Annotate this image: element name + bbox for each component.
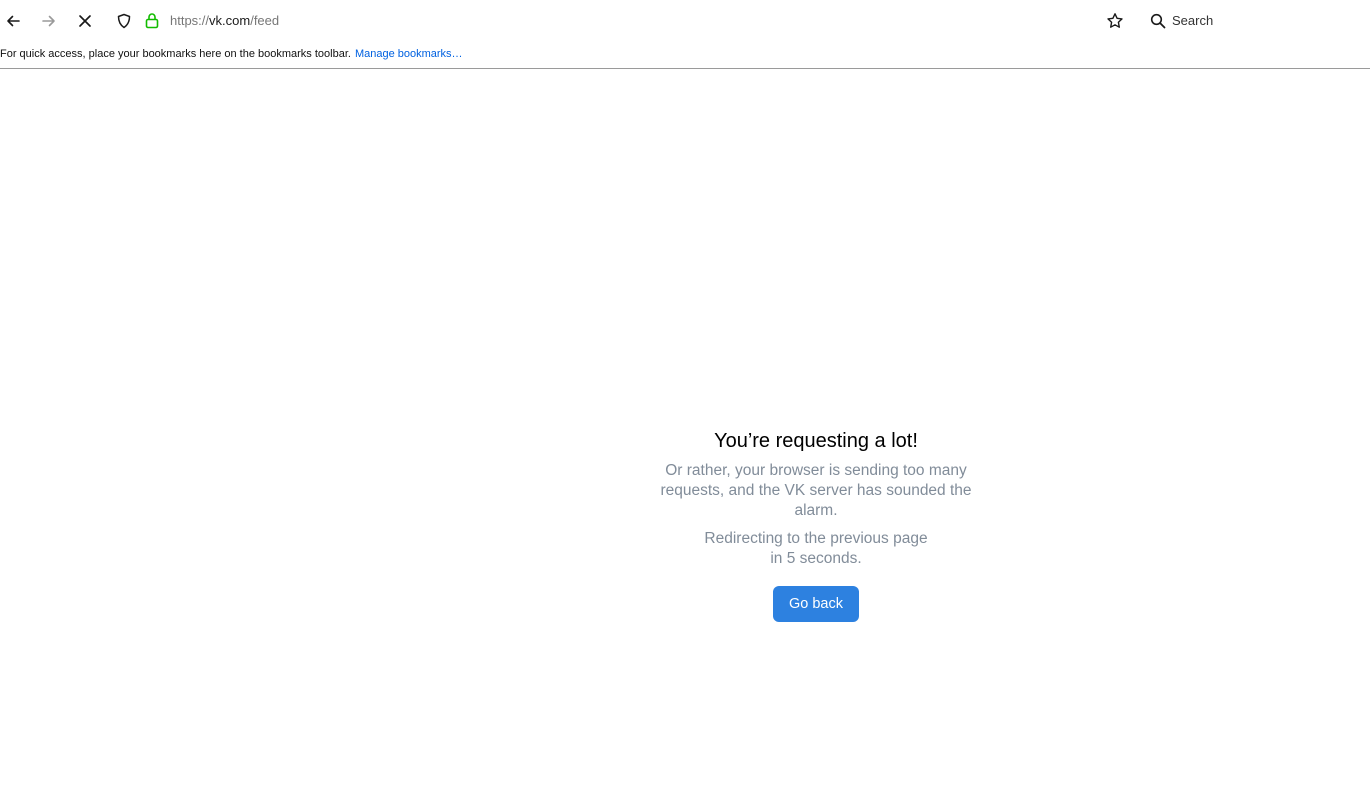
redirect-line-2: in 5 seconds. [770,550,862,567]
bookmarks-hint-text: For quick access, place your bookmarks h… [0,48,351,60]
url-host: vk.com [209,13,251,28]
search-icon [1150,13,1166,34]
error-description: Or rather, your browser is sending too m… [660,462,972,519]
bookmark-page-button[interactable] [1102,8,1128,34]
bookmarks-empty-message: For quick access, place your bookmarks h… [0,48,463,60]
lock-icon [145,13,159,29]
url-bar[interactable]: https://vk.com/feed [110,5,1100,37]
search-box[interactable]: Search [1144,5,1364,37]
bookmark-star-icon [1107,13,1123,28]
url-scheme: https:// [170,13,210,28]
bookmarks-toolbar: For quick access, place your bookmarks h… [0,42,1370,69]
url-path: /feed [250,13,280,28]
browser-toolbar: https://vk.com/feed Search [0,0,1370,42]
redirect-line-1: Redirecting to the previous page [704,530,928,547]
rate-limit-message: You’re requesting a lot! Or rather, your… [660,427,972,622]
manage-bookmarks-link[interactable]: Manage bookmarks… [355,48,463,60]
page-content: You’re requesting a lot! Or rather, your… [0,69,1370,794]
site-security-button[interactable] [144,12,160,34]
tracking-shield-icon [117,13,131,29]
url-text[interactable]: https://vk.com/feed [170,13,279,28]
go-back-button[interactable]: Go back [773,586,859,622]
redirect-notice: Redirecting to the previous page in 5 se… [660,529,972,569]
forward-arrow-icon [42,15,55,27]
page-title: You’re requesting a lot! [714,430,918,452]
stop-button[interactable] [72,8,98,34]
forward-button[interactable] [36,8,62,34]
back-arrow-icon [7,15,20,27]
back-button[interactable] [0,8,26,34]
tracking-protection-button[interactable] [116,13,132,34]
stop-loading-icon [79,15,91,27]
search-placeholder: Search [1172,13,1214,28]
